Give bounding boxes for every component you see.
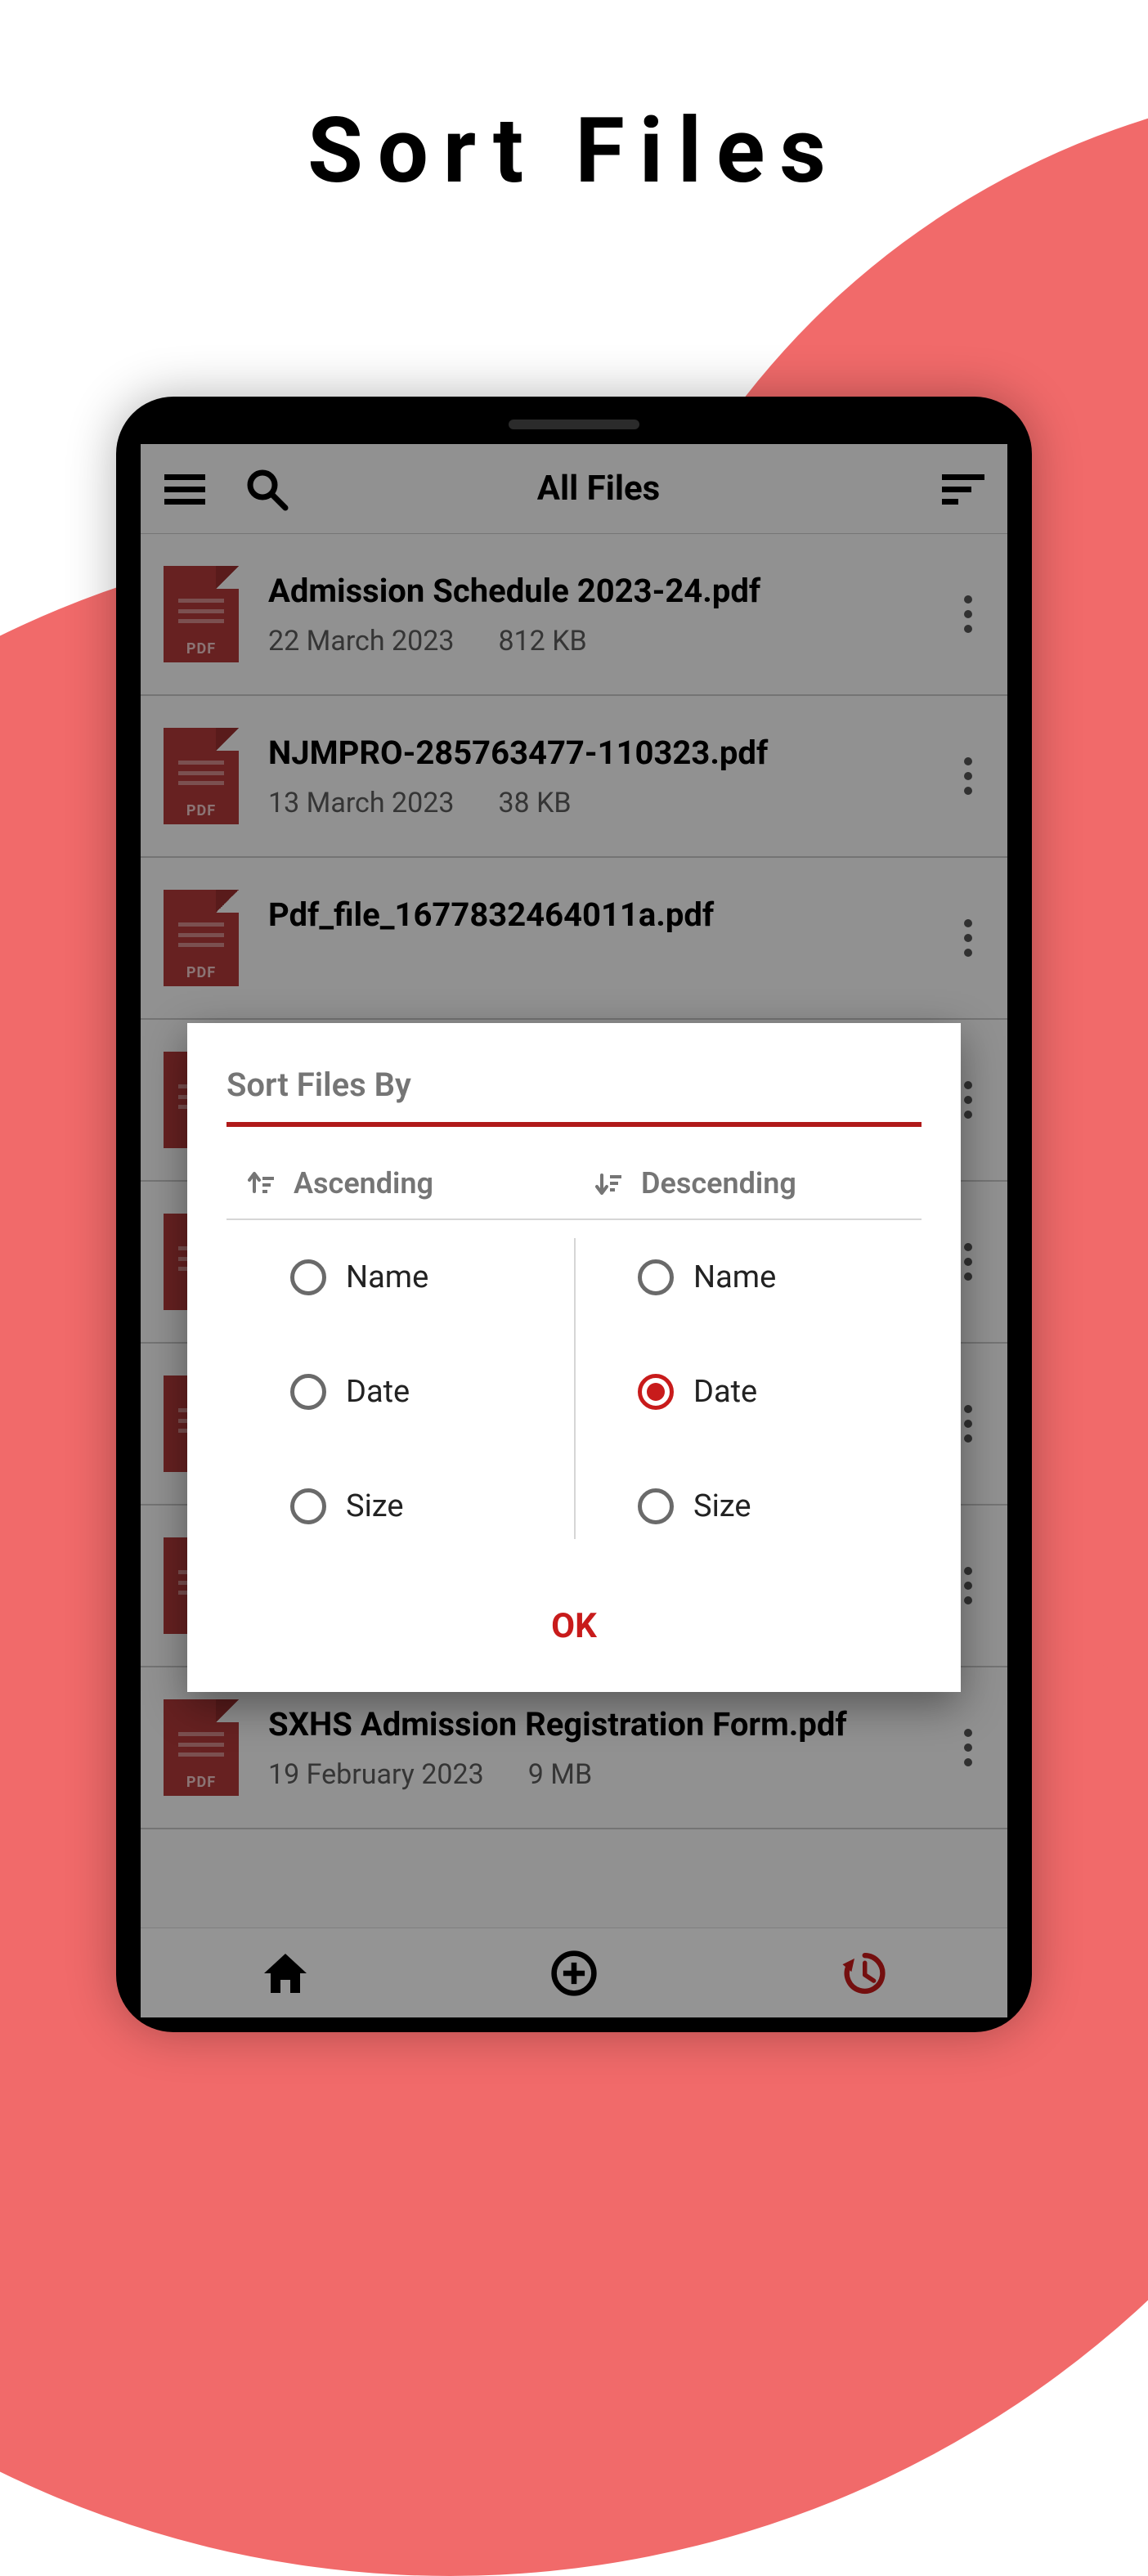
sort-asc-name[interactable]: Name <box>226 1220 574 1335</box>
ascending-header: Ascending <box>226 1148 574 1220</box>
dialog-title: Sort Files By <box>226 1066 922 1104</box>
sort-desc-name[interactable]: Name <box>574 1220 922 1335</box>
dialog-divider <box>226 1122 922 1127</box>
option-label: Size <box>693 1488 751 1524</box>
option-label: Date <box>346 1374 410 1410</box>
option-label: Name <box>346 1259 428 1295</box>
phone-speaker <box>509 420 639 429</box>
option-label: Name <box>693 1259 776 1295</box>
phone-screen: All Files PDF Admission Schedule 2023-24… <box>141 444 1007 2017</box>
descending-header: Descending <box>574 1148 922 1220</box>
sort-asc-date[interactable]: Date <box>226 1335 574 1449</box>
phone-frame: All Files PDF Admission Schedule 2023-24… <box>116 397 1032 2032</box>
radio-icon <box>638 1259 674 1295</box>
ok-button[interactable]: OK <box>226 1564 922 1663</box>
radio-icon <box>290 1259 326 1295</box>
sort-desc-size[interactable]: Size <box>574 1449 922 1564</box>
descending-label: Descending <box>641 1166 796 1200</box>
radio-icon <box>638 1374 674 1410</box>
radio-icon <box>290 1488 326 1524</box>
descending-column: Descending Name Date Size <box>574 1148 922 1564</box>
radio-icon <box>290 1374 326 1410</box>
sort-dialog: Sort Files By Ascending Name Date <box>187 1023 961 1692</box>
sort-asc-size[interactable]: Size <box>226 1449 574 1564</box>
promo-title: Sort Files <box>0 0 1148 204</box>
option-label: Date <box>693 1374 757 1410</box>
sort-ascending-icon <box>248 1167 276 1200</box>
sort-descending-icon <box>595 1167 623 1200</box>
option-label: Size <box>346 1488 404 1524</box>
radio-icon <box>638 1488 674 1524</box>
sort-desc-date[interactable]: Date <box>574 1335 922 1449</box>
ascending-column: Ascending Name Date Size <box>226 1148 574 1564</box>
ascending-label: Ascending <box>294 1166 433 1200</box>
